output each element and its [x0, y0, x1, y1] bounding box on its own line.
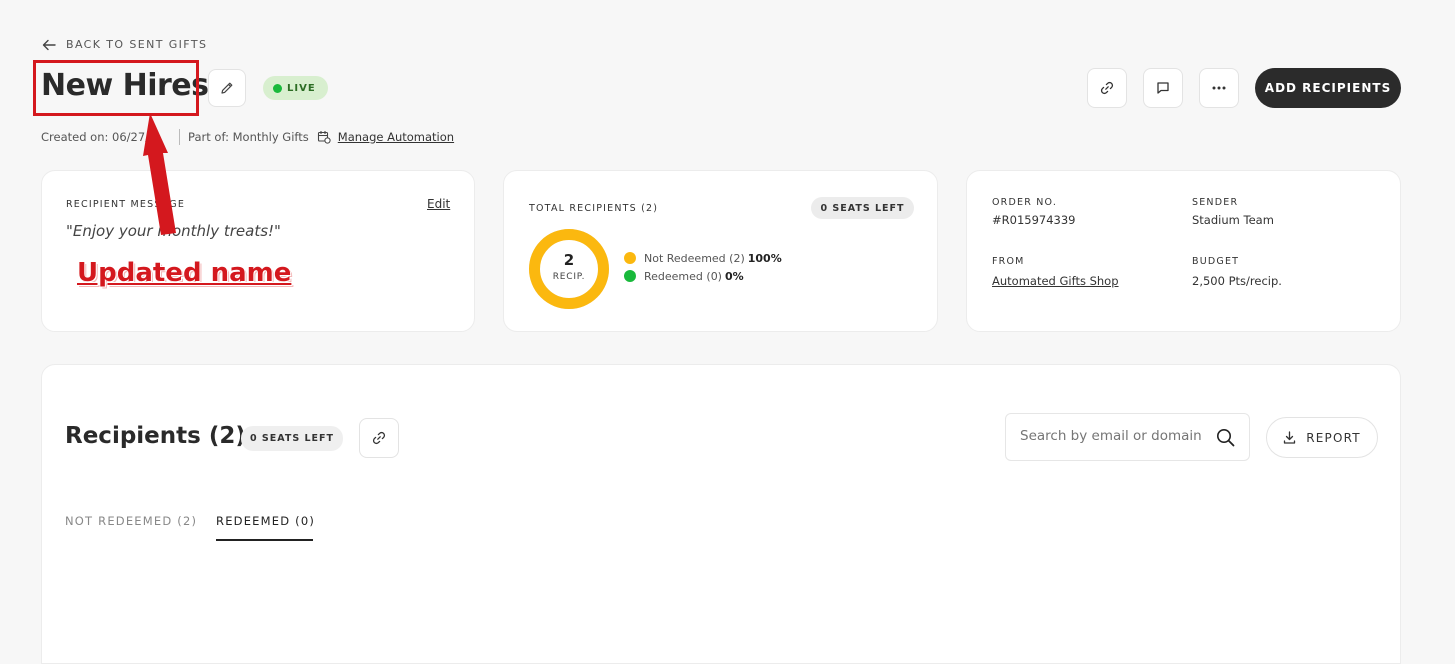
total-recipients-label: TOTAL RECIPIENTS (2) — [529, 203, 659, 214]
seats-left-badge: 0 SEATS LEFT — [811, 197, 914, 219]
order-info-card: ORDER NO. #R015974339 SENDER Stadium Tea… — [966, 170, 1401, 332]
back-to-sent-gifts-link[interactable]: BACK TO SENT GIFTS — [42, 38, 207, 51]
not-redeemed-dot-icon — [624, 252, 636, 264]
live-label: LIVE — [287, 82, 316, 94]
live-dot-icon — [273, 83, 282, 93]
gift-meta-row: Created on: 06/27/ Part of: Monthly Gift… — [41, 129, 454, 145]
budget-label: BUDGET — [1192, 256, 1240, 267]
section-seats-left-badge: 0 SEATS LEFT — [241, 426, 343, 451]
live-status-badge: LIVE — [263, 76, 328, 100]
donut-count: 2 — [563, 251, 575, 269]
from-shop-link[interactable]: Automated Gifts Shop — [992, 274, 1119, 288]
arrow-left-icon — [42, 39, 56, 50]
search-field[interactable] — [1005, 413, 1250, 461]
legend-redeemed: Redeemed (0) 0% — [624, 267, 782, 285]
recipients-section: Recipients (2) 0 SEATS LEFT REPORT NOT R… — [41, 364, 1401, 664]
recipient-message-text: "Enjoy your monthly treats!" — [66, 222, 281, 240]
copy-link-button[interactable] — [1087, 68, 1127, 108]
calendar-sync-icon — [317, 131, 331, 144]
pencil-icon — [221, 82, 233, 94]
manage-automation-link[interactable]: Manage Automation — [338, 130, 454, 144]
recipient-message-card: RECIPIENT MESSAGE Edit "Enjoy your month… — [41, 170, 475, 332]
meta-divider — [179, 129, 181, 145]
message-button[interactable] — [1143, 68, 1183, 108]
annotation-label: Updated name — [77, 258, 292, 288]
legend-not-redeemed: Not Redeemed (2) 100% — [624, 249, 782, 267]
sender-value: Stadium Team — [1192, 213, 1274, 227]
more-options-button[interactable] — [1199, 68, 1239, 108]
search-input[interactable] — [1018, 427, 1212, 445]
from-label: FROM — [992, 256, 1025, 267]
not-redeemed-percent: 100% — [747, 251, 782, 265]
link-icon — [1100, 81, 1114, 95]
not-redeemed-label: Not Redeemed (2) — [644, 251, 745, 265]
created-on-text: Created on: 06/27/ — [41, 130, 150, 144]
total-recipients-card: TOTAL RECIPIENTS (2) 0 SEATS LEFT 2 RECI… — [503, 170, 938, 332]
donut-unit: RECIP. — [552, 272, 586, 282]
report-label: REPORT — [1306, 430, 1361, 445]
recipients-section-title: Recipients (2) — [65, 423, 246, 449]
chat-icon — [1157, 82, 1169, 94]
section-copy-link-button[interactable] — [359, 418, 399, 458]
add-recipients-button[interactable]: ADD RECIPIENTS — [1255, 68, 1401, 108]
link-icon — [372, 431, 386, 445]
tab-not-redeemed[interactable]: NOT REDEEMED (2) — [65, 514, 197, 528]
redeemed-percent: 0% — [724, 269, 744, 283]
active-tab-underline — [216, 539, 313, 541]
donut-not-redeemed-arc — [529, 229, 609, 309]
report-button[interactable]: REPORT — [1266, 417, 1378, 458]
part-of-text: Part of: Monthly Gifts — [188, 130, 309, 144]
download-icon — [1284, 431, 1296, 444]
donut-legend: Not Redeemed (2) 100% Redeemed (0) 0% — [624, 249, 782, 285]
order-no-value: #R015974339 — [992, 213, 1076, 227]
back-link-label: BACK TO SENT GIFTS — [66, 38, 208, 51]
recipients-donut-chart — [529, 229, 609, 309]
sender-label: SENDER — [1192, 197, 1239, 208]
order-no-label: ORDER NO. — [992, 197, 1058, 208]
edit-title-button[interactable] — [208, 69, 246, 107]
redeemed-label: Redeemed (0) — [644, 269, 722, 283]
redeemed-dot-icon — [624, 270, 636, 282]
recipient-message-label: RECIPIENT MESSAGE — [66, 199, 186, 210]
tab-redeemed[interactable]: REDEEMED (0) — [216, 514, 315, 528]
annotation-highlight-box — [33, 60, 199, 116]
more-horizontal-icon — [1212, 86, 1226, 90]
budget-value: 2,500 Pts/recip. — [1192, 274, 1282, 288]
edit-message-link[interactable]: Edit — [427, 197, 450, 211]
search-icon[interactable] — [1216, 428, 1235, 447]
